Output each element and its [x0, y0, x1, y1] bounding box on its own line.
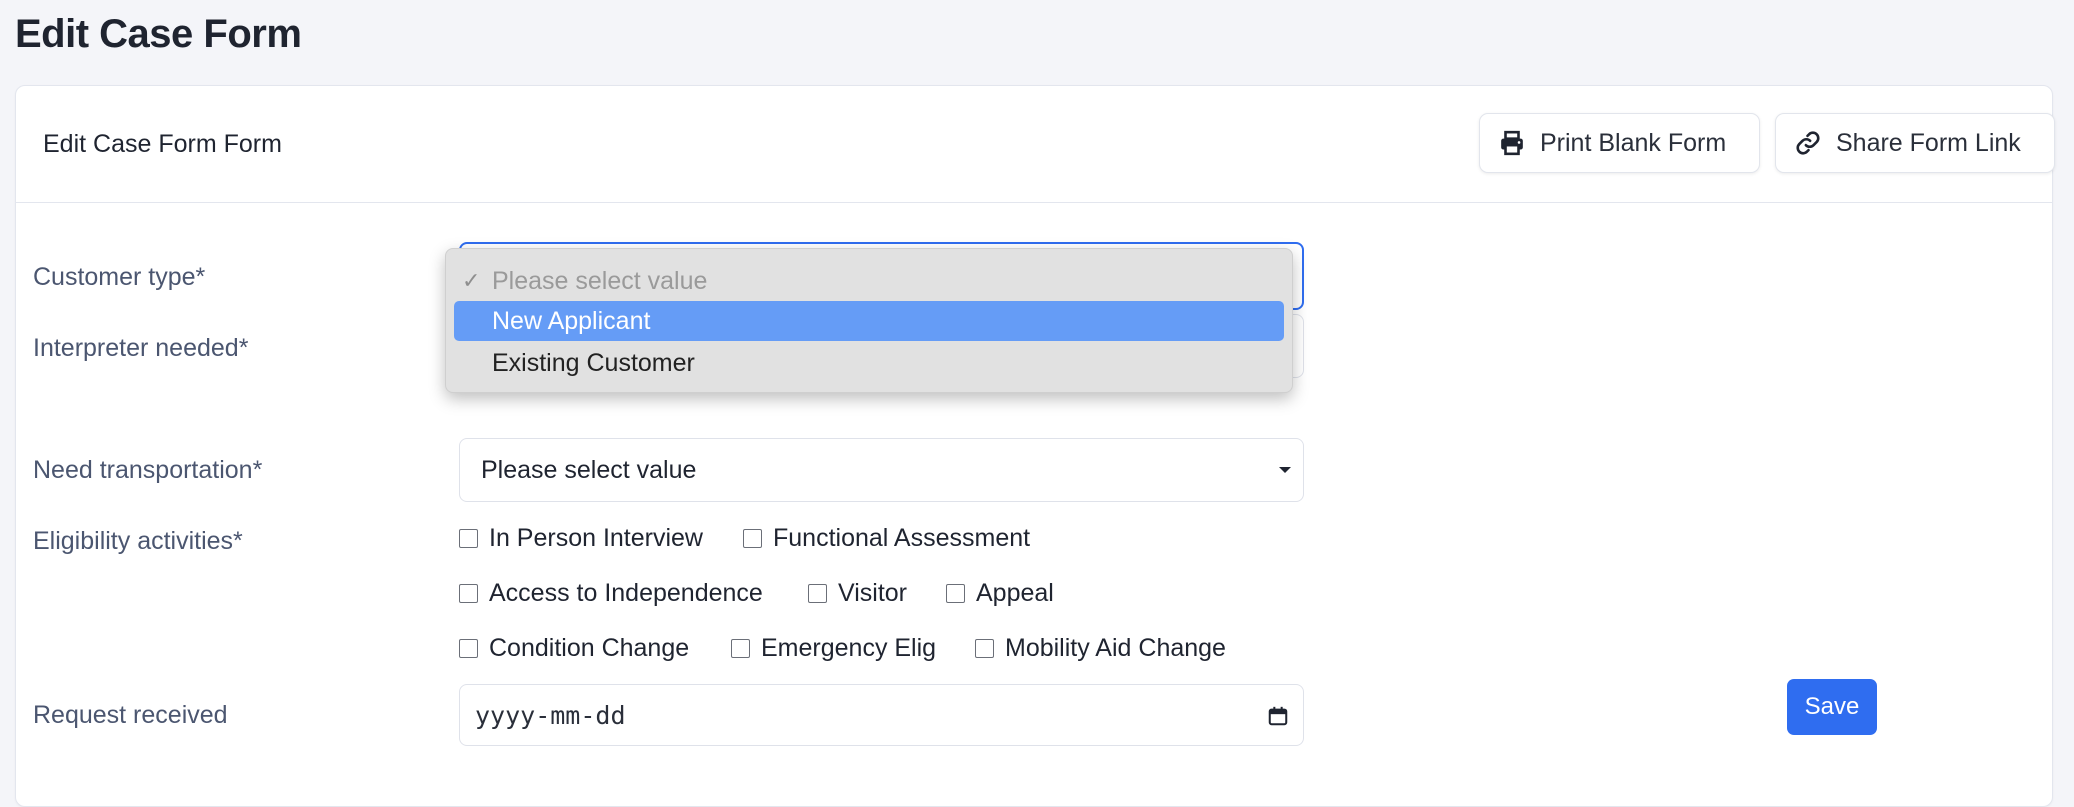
- option-label: New Applicant: [492, 306, 651, 335]
- checkbox-box[interactable]: [731, 639, 750, 658]
- date-placeholder: yyyy-mm-dd: [475, 700, 626, 730]
- checkbox-visitor[interactable]: Visitor: [808, 579, 907, 608]
- checkbox-label: Appeal: [976, 579, 1054, 607]
- printer-icon: [1498, 129, 1526, 157]
- checkbox-label: In Person Interview: [489, 524, 703, 552]
- dropdown-option-placeholder[interactable]: ✓ Please select value: [454, 261, 1284, 301]
- dropdown-option-new-applicant[interactable]: New Applicant: [454, 301, 1284, 341]
- checkbox-appeal[interactable]: Appeal: [946, 579, 1054, 608]
- chevron-down-icon: [1279, 467, 1291, 473]
- need-transportation-value: Please select value: [481, 455, 697, 484]
- checkbox-emergency-elig[interactable]: Emergency Elig: [731, 634, 936, 663]
- share-form-link-button[interactable]: Share Form Link: [1775, 113, 2055, 173]
- link-icon: [1794, 129, 1822, 157]
- checkbox-box[interactable]: [975, 639, 994, 658]
- checkbox-label: Mobility Aid Change: [1005, 634, 1226, 662]
- checkbox-condition-change[interactable]: Condition Change: [459, 634, 689, 663]
- card-header: Edit Case Form Form Print Blank Form Sha…: [16, 86, 2055, 203]
- page-title: Edit Case Form: [15, 12, 302, 56]
- checkbox-access-to-independence[interactable]: Access to Independence: [459, 579, 763, 608]
- calendar-icon[interactable]: [1267, 704, 1289, 726]
- customer-type-label: Customer type*: [33, 263, 206, 291]
- checkbox-functional-assessment[interactable]: Functional Assessment: [743, 524, 1030, 553]
- print-blank-form-label: Print Blank Form: [1540, 128, 1727, 157]
- dropdown-option-existing-customer[interactable]: Existing Customer: [454, 343, 1284, 383]
- checkbox-box[interactable]: [808, 584, 827, 603]
- option-label: Please select value: [492, 266, 708, 295]
- share-form-link-label: Share Form Link: [1836, 128, 2021, 157]
- request-received-date-input[interactable]: yyyy-mm-dd: [459, 684, 1304, 746]
- save-button[interactable]: Save: [1787, 679, 1877, 735]
- checkbox-label: Visitor: [838, 579, 908, 607]
- need-transportation-label: Need transportation*: [33, 456, 263, 484]
- checkbox-in-person-interview[interactable]: In Person Interview: [459, 524, 703, 553]
- card-title: Edit Case Form Form: [43, 130, 282, 158]
- print-blank-form-button[interactable]: Print Blank Form: [1479, 113, 1760, 173]
- checkbox-mobility-aid-change[interactable]: Mobility Aid Change: [975, 634, 1226, 663]
- checkbox-label: Access to Independence: [489, 579, 763, 607]
- checkbox-box[interactable]: [946, 584, 965, 603]
- checkbox-box[interactable]: [743, 529, 762, 548]
- checkbox-box[interactable]: [459, 584, 478, 603]
- request-received-label: Request received: [33, 701, 228, 729]
- option-label: Existing Customer: [492, 348, 695, 377]
- checkbox-box[interactable]: [459, 639, 478, 658]
- customer-type-dropdown: ✓ Please select value New Applicant Exis…: [445, 248, 1293, 393]
- need-transportation-select[interactable]: Please select value: [459, 438, 1304, 502]
- eligibility-activities-label: Eligibility activities*: [33, 527, 243, 555]
- checkbox-box[interactable]: [459, 529, 478, 548]
- interpreter-needed-label: Interpreter needed*: [33, 334, 249, 362]
- checkbox-label: Condition Change: [489, 634, 690, 662]
- checkbox-label: Emergency Elig: [761, 634, 937, 662]
- checkmark-icon: ✓: [462, 268, 481, 293]
- checkbox-label: Functional Assessment: [773, 524, 1031, 552]
